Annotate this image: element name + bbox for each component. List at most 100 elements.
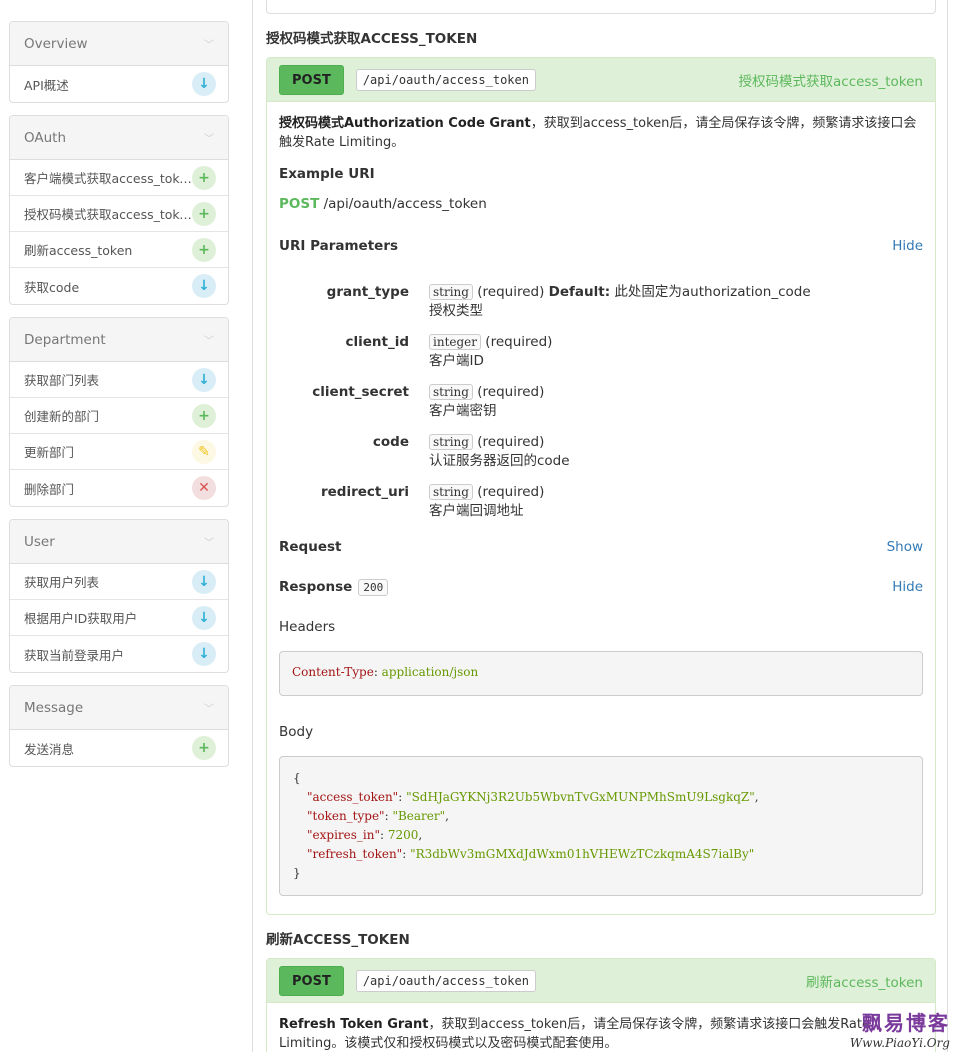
- uri-param-row: code string (required) 认证服务器返回的code: [279, 430, 923, 471]
- json-value: "R3dbWv3mGMXdJdWxm01hVHEWzTCzkqmA4S7ialB…: [410, 847, 755, 861]
- param-details: string (required) 认证服务器返回的code: [429, 430, 570, 471]
- watermark-url: Www.PiaoYi.Org: [849, 1036, 950, 1050]
- example-uri-path: /api/oauth/access_token: [319, 196, 487, 212]
- sidebar-group-title: User: [24, 533, 55, 550]
- request-show-link[interactable]: Show: [887, 539, 923, 555]
- param-type: string: [429, 484, 473, 500]
- json-key: "access_token": [307, 790, 399, 804]
- param-type: integer: [429, 334, 482, 350]
- sidebar-item-label: API概述: [24, 77, 69, 93]
- param-description: 客户端密钥: [429, 403, 497, 419]
- arrow-down-icon: ↓: [192, 274, 216, 298]
- sidebar-item[interactable]: 获取用户列表 ↓: [10, 564, 228, 600]
- sidebar-group-header[interactable]: OAuth ﹀: [10, 116, 228, 160]
- uri-param-row: grant_type string (required) Default: 此处固…: [279, 280, 923, 321]
- sidebar-group-title: OAuth: [24, 129, 67, 146]
- request-heading: Request: [279, 539, 342, 555]
- json-line: "token_type": "Bearer",: [307, 809, 449, 823]
- endpoint-panel-auth-code: POST /api/oauth/access_token 授权码模式获取acce…: [266, 57, 936, 915]
- param-default-value: 此处固定为authorization_code: [610, 284, 811, 300]
- section-title-auth-code: 授权码模式获取ACCESS_TOKEN: [266, 31, 478, 47]
- sidebar-item[interactable]: 根据用户ID获取用户 ↓: [10, 600, 228, 636]
- sidebar-group-header[interactable]: Department ﹀: [10, 318, 228, 362]
- body-label: Body: [279, 724, 314, 740]
- sidebar-item-label: 获取用户列表: [24, 575, 100, 590]
- response-label: Response: [279, 579, 353, 595]
- sidebar-item[interactable]: 刷新access_token +: [10, 232, 228, 268]
- endpoint-description: 授权码模式Authorization Code Grant，获取到access_…: [279, 114, 923, 152]
- param-type: string: [429, 384, 473, 400]
- uri-params-list: grant_type string (required) Default: 此处固…: [279, 280, 923, 521]
- param-details: integer (required) 客户端ID: [429, 330, 552, 371]
- plus-icon: +: [192, 237, 216, 262]
- pencil-icon: ✎: [192, 439, 216, 464]
- arrow-down-icon: ↓: [192, 569, 216, 594]
- json-line: "access_token": "SdHJaGYKNj3R2Ub5WbvnTvG…: [307, 790, 759, 804]
- endpoint-header[interactable]: POST /api/oauth/access_token 授权码模式获取acce…: [267, 58, 935, 102]
- endpoint-header[interactable]: POST /api/oauth/access_token 刷新access_to…: [267, 959, 935, 1003]
- sidebar-group-title: Department: [24, 331, 106, 348]
- sidebar-item-label: 授权码模式获取access_toke…: [24, 207, 192, 222]
- sidebar-group-header[interactable]: User ﹀: [10, 520, 228, 564]
- sidebar-group-overview: Overview ﹀ API概述 ↓: [9, 21, 229, 103]
- endpoint-path: /api/oauth/access_token: [355, 68, 536, 91]
- sidebar-item[interactable]: 更新部门 ✎: [10, 434, 228, 470]
- param-type: string: [429, 434, 473, 450]
- json-key: "refresh_token": [307, 847, 403, 861]
- sidebar-item-label: 删除部门: [24, 481, 75, 497]
- uri-param-row: client_secret string (required) 客户端密钥: [279, 380, 923, 421]
- method-badge: POST: [279, 64, 344, 95]
- chevron-down-icon: ﹀: [204, 336, 214, 347]
- request-header: Request Show: [279, 539, 923, 555]
- plus-icon: +: [192, 736, 216, 760]
- arrow-down-icon: ↓: [192, 642, 216, 666]
- param-name: grant_type: [326, 284, 409, 300]
- sidebar-group-message: Message ﹀ 发送消息 +: [9, 685, 229, 767]
- param-details: string (required) Default: 此处固定为authoriz…: [429, 280, 811, 321]
- json-key: "expires_in": [307, 828, 380, 842]
- sidebar-item-label: 获取部门列表: [24, 373, 100, 388]
- sidebar-item-label: 刷新access_token: [24, 243, 133, 258]
- sidebar-item[interactable]: 删除部门 ✕: [10, 470, 228, 506]
- endpoint-name: 授权码模式获取access_token: [738, 73, 924, 90]
- section-title-refresh: 刷新ACCESS_TOKEN: [266, 932, 410, 948]
- response-hide-link[interactable]: Hide: [892, 579, 923, 595]
- plus-icon: +: [192, 165, 216, 190]
- param-name: client_secret: [312, 384, 409, 400]
- json-value: 7200: [387, 828, 419, 842]
- sidebar-item[interactable]: 客户端模式获取access_toke… +: [10, 160, 228, 196]
- sidebar-group-header[interactable]: Overview ﹀: [10, 22, 228, 66]
- sidebar-item[interactable]: 创建新的部门 +: [10, 398, 228, 434]
- param-name: client_id: [345, 334, 409, 350]
- description-bold: 授权码模式Authorization Code Grant: [279, 116, 531, 131]
- headers-code-block: Content-Type: application/json: [279, 651, 923, 696]
- sidebar-item[interactable]: API概述 ↓: [10, 66, 228, 102]
- example-uri: POST /api/oauth/access_token: [279, 196, 923, 212]
- sidebar-group-title: Overview: [24, 35, 88, 52]
- plus-icon: +: [192, 201, 216, 226]
- sidebar-item[interactable]: 获取code ↓: [10, 268, 228, 304]
- json-comma: ,: [418, 828, 423, 842]
- sidebar-group-header[interactable]: Message ﹀: [10, 686, 228, 730]
- sidebar-item[interactable]: 获取部门列表 ↓: [10, 362, 228, 398]
- param-type: string: [429, 284, 473, 300]
- endpoint-description: Refresh Token Grant，获取到access_token后，请全局…: [279, 1015, 923, 1052]
- sidebar-item[interactable]: 发送消息 +: [10, 730, 228, 766]
- json-open-brace: {: [293, 771, 301, 785]
- description-bold: Refresh Token Grant: [279, 1017, 429, 1032]
- watermark-title: 飘易博客: [862, 1011, 950, 1035]
- json-value: "Bearer": [392, 809, 446, 823]
- sidebar-item-label: 根据用户ID获取用户: [24, 611, 138, 626]
- sidebar-item[interactable]: 获取当前登录用户 ↓: [10, 636, 228, 672]
- sidebar-item[interactable]: 授权码模式获取access_toke… +: [10, 196, 228, 232]
- example-uri-method: POST: [279, 196, 320, 212]
- uri-params-hide-link[interactable]: Hide: [892, 238, 923, 254]
- param-description: 客户端ID: [429, 353, 484, 369]
- uri-params-heading: URI Parameters: [279, 238, 399, 254]
- arrow-down-icon: ↓: [192, 72, 216, 96]
- sidebar-group-title: Message: [24, 699, 84, 716]
- param-required: (required): [472, 284, 549, 300]
- param-details: string (required) 客户端回调地址: [429, 480, 544, 521]
- chevron-down-icon: ﹀: [204, 704, 214, 715]
- json-comma: ,: [445, 809, 449, 823]
